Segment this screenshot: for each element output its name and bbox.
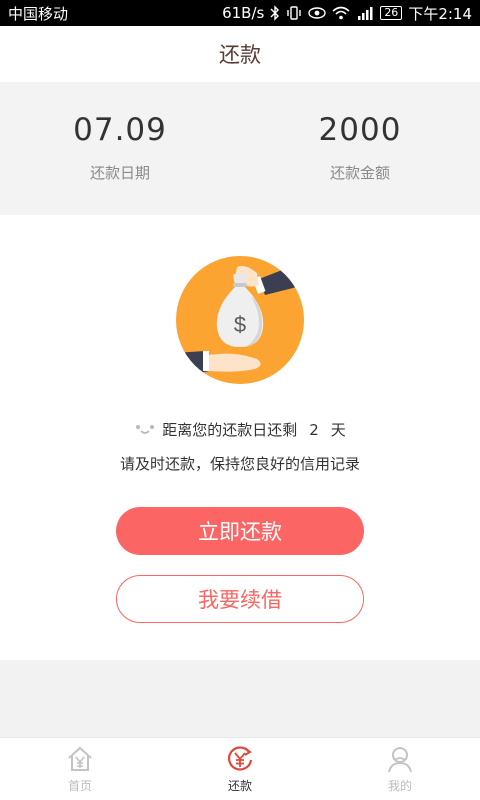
app-header: 还款 <box>0 26 480 82</box>
page-title: 还款 <box>219 43 261 67</box>
repayment-summary: 07.09 还款日期 2000 还款金额 <box>0 82 480 215</box>
tab-mine-label: 我的 <box>387 779 412 793</box>
status-bar: 中国移动 61B/s 26 下午2:14 <box>0 0 480 26</box>
tab-repay-label: 还款 <box>227 779 252 793</box>
carrier-name: 中国移动 <box>8 4 69 23</box>
repayment-amount-value: 2000 <box>318 112 402 148</box>
repayment-date-block: 07.09 还款日期 <box>0 82 240 215</box>
vibrate-icon <box>286 4 302 22</box>
repayment-amount-label: 还款金额 <box>329 164 390 182</box>
tab-repay[interactable]: 还款 <box>160 738 320 800</box>
time: 下午2:14 <box>408 4 472 23</box>
countdown-unit: 天 <box>330 421 346 439</box>
user-icon <box>385 744 415 774</box>
tab-home[interactable]: 首页 <box>0 738 160 800</box>
tab-home-label: 首页 <box>67 779 92 793</box>
money-bag-handover-icon: $ <box>175 255 305 385</box>
battery-level: 26 <box>380 6 403 20</box>
tab-mine[interactable]: 我的 <box>320 738 480 800</box>
repay-yen-icon <box>225 744 255 774</box>
smile-icon <box>134 423 156 437</box>
countdown-days: 2 <box>309 420 319 439</box>
repayment-date-value: 07.09 <box>73 112 167 148</box>
network-speed: 61B/s <box>222 4 265 22</box>
svg-text:$: $ <box>234 312 246 337</box>
repayment-card: $ 距离您的还款日还剩 2 天 请及时还款，保持您良好的信用记录 立即还款 我要… <box>0 215 480 660</box>
status-icons: 61B/s 26 下午2:14 <box>222 3 472 24</box>
eye-icon <box>308 4 327 22</box>
countdown-prefix: 距离您的还款日还剩 <box>162 421 298 439</box>
bluetooth-icon <box>270 4 280 22</box>
home-yen-icon <box>65 744 95 774</box>
wifi-icon <box>332 4 350 22</box>
bottom-tab-bar: 首页 还款 我的 <box>0 737 480 800</box>
repay-now-button[interactable]: 立即还款 <box>116 507 364 555</box>
signal-icon <box>356 4 374 22</box>
repayment-date-label: 还款日期 <box>89 164 150 182</box>
renew-loan-button[interactable]: 我要续借 <box>116 575 364 623</box>
repayment-amount-block: 2000 还款金额 <box>240 82 480 215</box>
countdown-text: 距离您的还款日还剩 2 天 <box>0 419 480 440</box>
credit-tip: 请及时还款，保持您良好的信用记录 <box>119 455 360 473</box>
